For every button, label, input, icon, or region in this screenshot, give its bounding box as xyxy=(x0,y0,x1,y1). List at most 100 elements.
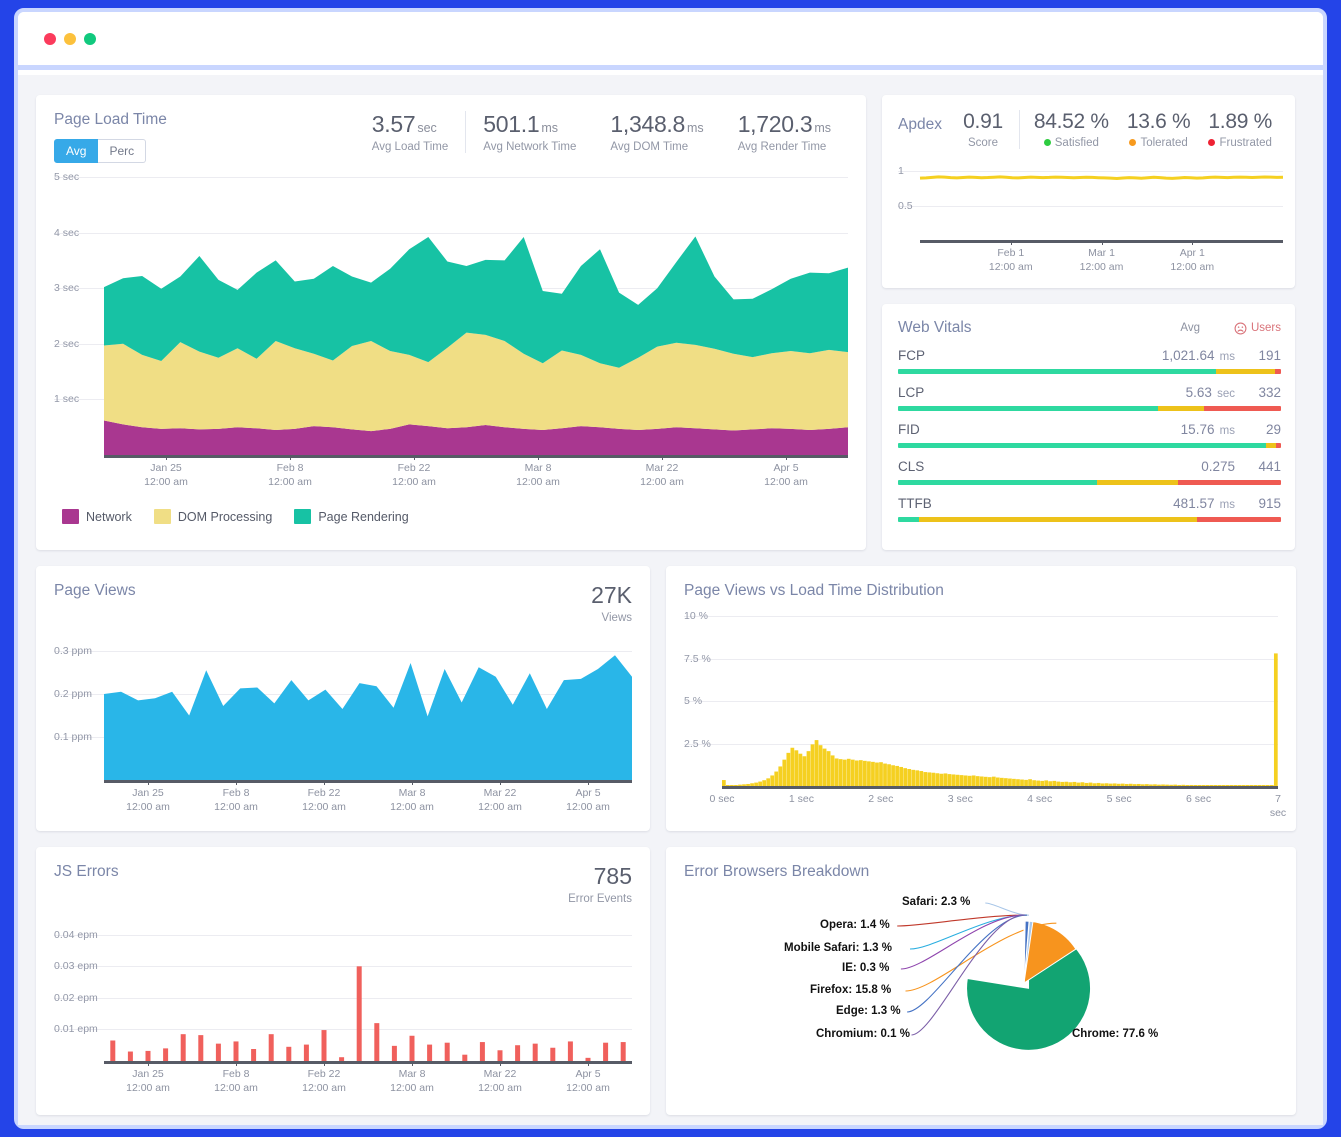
x-axis-tick-label: Apr 5 12:00 am xyxy=(764,462,808,489)
x-axis-tick-label: 0 sec xyxy=(709,793,735,805)
apdex-value: 1.89 % xyxy=(1208,110,1272,133)
vital-average: 1,021.64 ms xyxy=(1161,348,1235,363)
satisfied-dot-icon xyxy=(1043,139,1051,146)
vital-unit: sec xyxy=(1213,388,1235,400)
vital-average: 0.275 xyxy=(1201,459,1235,474)
metric-unit: ms xyxy=(814,121,831,135)
web-vitals-card: Web Vitals Avg Users FCP 1,021.64 ms 191… xyxy=(882,304,1295,550)
error-browsers-title: Error Browsers Breakdown xyxy=(684,863,870,880)
vital-bar-good xyxy=(898,480,1098,485)
x-axis-tick-label: Mar 8 12:00 am xyxy=(390,787,434,814)
apdex-bucket-text: Satisfied xyxy=(1054,137,1099,149)
vital-unit: ms xyxy=(1216,499,1235,511)
metric-unit: ms xyxy=(687,121,704,135)
web-vital-row: TTFB 481.57 ms 915 xyxy=(898,496,1281,522)
x-axis-tick xyxy=(500,780,501,785)
vital-bar-poor xyxy=(1275,369,1281,374)
page-load-time-chart: 1 sec 2 sec 3 sec 4 sec 5 sec Jan 25 12:00 am F… xyxy=(54,171,848,497)
x-axis-tick-label: 6 sec xyxy=(1186,793,1212,805)
vital-user-count: 441 xyxy=(1258,459,1281,474)
apdex-value: 13.6 % xyxy=(1126,110,1191,133)
close-window-button[interactable] xyxy=(44,32,56,45)
x-axis-tick xyxy=(166,455,167,460)
x-axis-tick-label: Jan 25 12:00 am xyxy=(126,787,170,814)
metric-unit: sec xyxy=(417,121,437,135)
x-axis-tick xyxy=(1101,240,1103,245)
js-errors-total: 785 xyxy=(593,863,632,889)
minimize-window-button[interactable] xyxy=(64,32,76,45)
apdex-score-label: Score xyxy=(967,137,999,149)
x-axis-tick xyxy=(500,1061,501,1066)
vital-bar-needs-improvement xyxy=(1215,369,1276,374)
load-time-distribution-chart: 2.5 % 5 % 7.5 % 10 % 0 sec 1 sec 2 sec 3 sec 4 s… xyxy=(684,610,1286,819)
page-load-time-card: Page Load Time Avg Perc 3.57 sec Avg Load… xyxy=(36,95,866,550)
maximize-window-button[interactable] xyxy=(84,32,96,45)
aggregation-toggle[interactable]: Avg Perc xyxy=(54,139,167,163)
x-axis-tick-label: Apr 5 12:00 am xyxy=(566,1068,610,1095)
vital-bar-good xyxy=(898,406,1159,411)
window-titlebar xyxy=(18,12,1323,70)
x-axis-tick-label: Mar 22 12:00 am xyxy=(478,787,522,814)
web-vital-row: LCP 5.63 sec 332 xyxy=(898,385,1281,411)
x-axis-tick xyxy=(786,455,787,460)
x-axis-tick-label: Feb 1 12:00 am xyxy=(988,247,1033,274)
x-axis-tick-label: Mar 1 12:00 am xyxy=(1079,247,1124,274)
vital-score-bar xyxy=(898,480,1281,485)
vital-bar-good xyxy=(898,517,920,522)
legend-item-network: Network xyxy=(62,509,132,524)
x-axis-tick xyxy=(1192,240,1194,245)
js-errors-chart: 0.01 epm 0.02 epm 0.03 epm 0.04 epm Jan 25 12… xyxy=(54,919,632,1099)
vital-unit: ms xyxy=(1216,351,1235,363)
apdex-bucket-text: Frustrated xyxy=(1219,137,1272,149)
legend-label: Network xyxy=(86,509,132,524)
metric-label: Avg Network Time xyxy=(483,141,577,153)
pie-slice-label: Firefox: 15.8 % xyxy=(810,984,892,996)
legend-swatch xyxy=(62,509,79,524)
web-vitals-title: Web Vitals xyxy=(898,319,972,336)
x-axis-tick xyxy=(588,1061,589,1066)
apdex-tolerated: 13.6 % Tolerated xyxy=(1118,110,1200,149)
vital-average: 15.76 ms xyxy=(1180,422,1235,437)
apdex-value: 84.52 % xyxy=(1033,110,1109,133)
apdex-label: Frustrated xyxy=(1208,137,1272,149)
pie-slice-label: Edge: 1.3 % xyxy=(836,1005,901,1017)
x-axis-tick xyxy=(412,780,413,785)
page-views-total-label: Views xyxy=(601,612,632,624)
web-vital-row: FID 15.76 ms 29 xyxy=(898,422,1281,448)
js-errors-header: JS Errors 785 Error Events xyxy=(54,863,632,905)
vital-score-bar xyxy=(898,517,1281,522)
legend-label: DOM Processing xyxy=(177,509,273,524)
vital-user-count: 332 xyxy=(1258,385,1281,400)
vital-bar-poor xyxy=(1275,443,1281,448)
page-views-title: Page Views xyxy=(54,582,136,599)
x-axis-tick xyxy=(414,455,415,460)
vital-bar-needs-improvement xyxy=(1097,480,1178,485)
apdex-header: Apdex 0.91 Score 84.52 % Satisfied 13.6 … xyxy=(898,110,1281,149)
legend-swatch xyxy=(153,509,171,524)
dashboard-body: Page Load Time Avg Perc 3.57 sec Avg Load… xyxy=(18,75,1323,1125)
metric-value: 3.57 xyxy=(371,111,416,137)
web-vitals-rows: FCP 1,021.64 ms 191 LCP 5.63 sec 332 FID 15.76 … xyxy=(898,348,1281,522)
metric-avg-load-time: 3.57 sec Avg Load Time xyxy=(355,111,466,153)
vital-average: 5.63 sec xyxy=(1185,385,1235,400)
column-header-users: Users xyxy=(1234,322,1281,335)
apdex-bucket-text: Tolerated xyxy=(1140,137,1188,149)
toggle-avg-button[interactable]: Avg xyxy=(54,139,99,163)
vital-name: TTFB xyxy=(898,496,932,511)
page-load-time-header: Page Load Time Avg Perc 3.57 sec Avg Load… xyxy=(54,111,848,163)
x-axis-tick xyxy=(236,1061,237,1066)
x-axis-tick-label: Feb 22 12:00 am xyxy=(392,462,436,489)
js-errors-card: JS Errors 785 Error Events 0.01 epm 0.02 … xyxy=(36,847,650,1115)
x-axis-tick-label: Feb 8 12:00 am xyxy=(214,1068,258,1095)
tolerated-dot-icon xyxy=(1129,139,1137,146)
vital-bar-good xyxy=(898,443,1266,448)
metric-avg-render-time: 1,720.3 ms Avg Render Time xyxy=(721,111,848,153)
page-title: Page Load Time xyxy=(54,111,167,128)
x-axis-tick xyxy=(1010,240,1012,245)
x-axis-tick-label: Jan 25 12:00 am xyxy=(126,1068,170,1095)
x-axis-tick-label: Feb 22 12:00 am xyxy=(302,787,346,814)
page-views-header: Page Views 27K Views xyxy=(54,582,632,624)
page-load-metrics: 3.57 sec Avg Load Time 501.1 ms Avg Networ… xyxy=(355,111,848,153)
toggle-perc-button[interactable]: Perc xyxy=(98,139,147,163)
x-axis-tick-label: 3 sec xyxy=(947,793,973,805)
